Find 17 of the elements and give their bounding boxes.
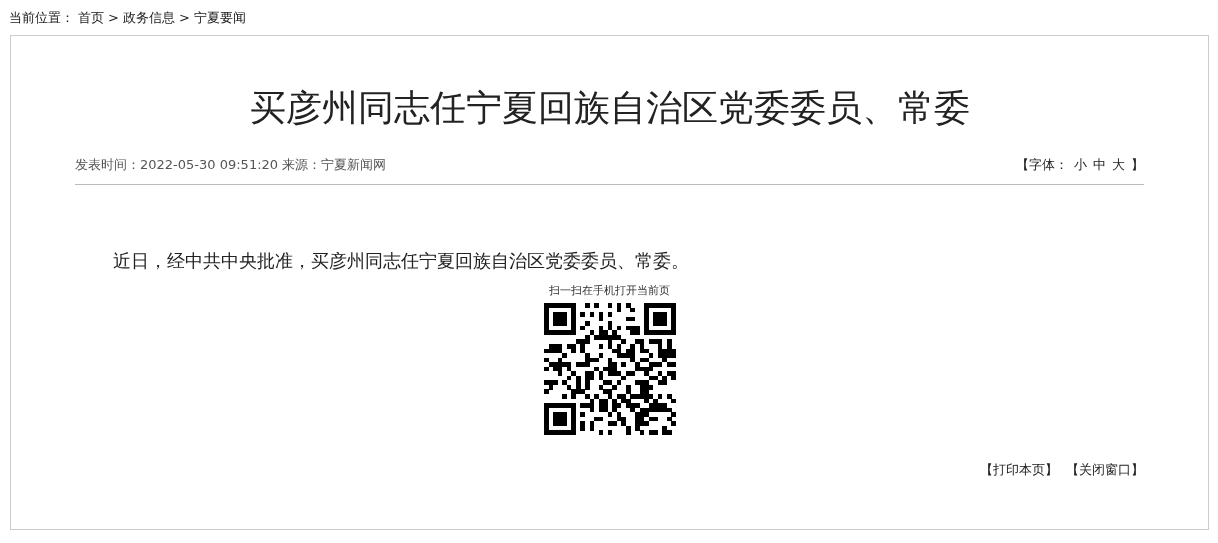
- qr-caption: 扫一扫在手机打开当前页: [549, 283, 670, 298]
- font-size-link[interactable]: 大: [1112, 156, 1125, 174]
- font-size-label: 【字体：: [1016, 156, 1068, 174]
- breadcrumb-separator: >: [178, 10, 190, 25]
- action-button[interactable]: 【打印本页】: [980, 461, 1058, 479]
- breadcrumb-separator: >: [108, 10, 119, 25]
- breadcrumb-label: 当前位置：: [9, 8, 74, 27]
- breadcrumb-link[interactable]: 首页: [78, 8, 104, 27]
- font-size-link[interactable]: 中: [1093, 156, 1106, 174]
- article-title: 买彦州同志任宁夏回族自治区党委委员、常委: [248, 86, 971, 130]
- action-button[interactable]: 【关闭窗口】: [1066, 461, 1144, 479]
- breadcrumb-link[interactable]: 政务信息: [122, 8, 175, 27]
- publish-info: 发表时间：2022-05-30 09:51:20 来源：宁夏新闻网: [75, 156, 387, 174]
- article-paragraph: 近日，经中共中央批准，买彦州同志任宁夏回族自治区党委委员、常委。: [113, 249, 690, 273]
- bracket-close: 】: [1131, 156, 1144, 174]
- breadcrumb-link[interactable]: 宁夏要闻: [193, 8, 246, 27]
- font-size-link[interactable]: 小: [1074, 156, 1087, 174]
